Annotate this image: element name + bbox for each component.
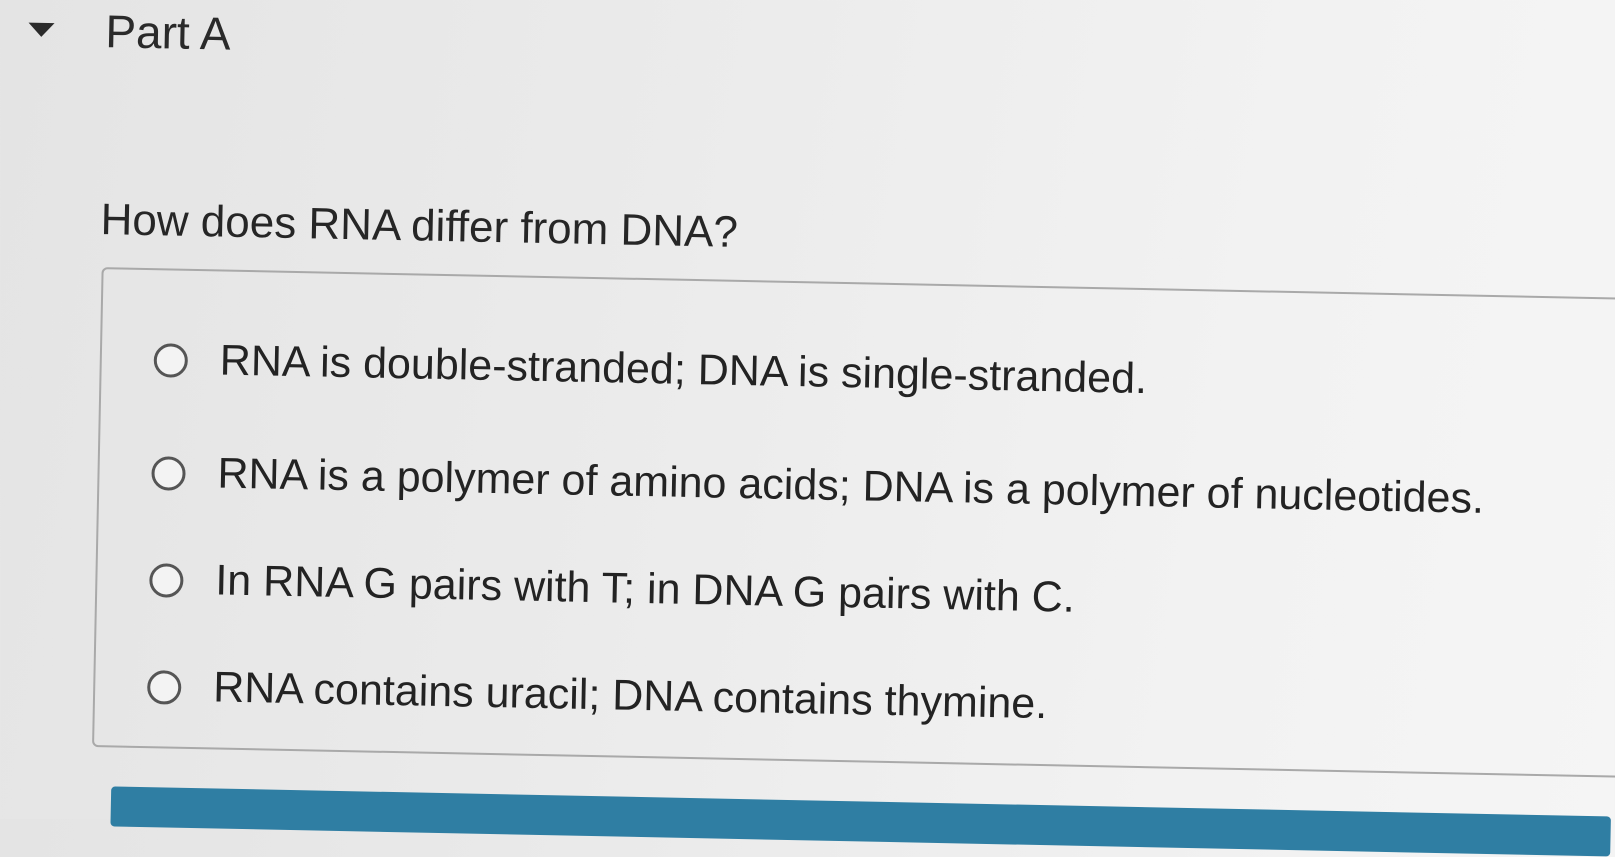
answer-option-label: In RNA G pairs with T; in DNA G pairs wi…: [214, 556, 1076, 622]
part-title: Part A: [104, 5, 232, 60]
screen: Part A How does RNA differ from DNA? RNA…: [0, 0, 1615, 857]
answer-option-2[interactable]: RNA is a polymer of amino acids; DNA is …: [151, 448, 1484, 524]
answer-options-box: RNA is double-stranded; DNA is single-st…: [92, 267, 1615, 778]
part-collapse-toggle[interactable]: [17, 9, 66, 50]
answer-option-1[interactable]: RNA is double-stranded; DNA is single-st…: [153, 335, 1147, 404]
answer-option-label: RNA is a polymer of amino acids; DNA is …: [217, 449, 1485, 523]
answer-option-label: RNA contains uracil; DNA contains thymin…: [212, 663, 1048, 729]
submit-button[interactable]: [110, 786, 1611, 857]
radio-button[interactable]: [149, 562, 184, 598]
radio-button[interactable]: [146, 669, 182, 705]
question-text: How does RNA differ from DNA?: [100, 195, 739, 257]
answer-option-3[interactable]: In RNA G pairs with T; in DNA G pairs wi…: [149, 555, 1075, 623]
caret-down-icon: [28, 22, 55, 38]
part-header: Part A: [17, 5, 232, 60]
answer-option-label: RNA is double-stranded; DNA is single-st…: [219, 336, 1148, 404]
answer-option-4[interactable]: RNA contains uracil; DNA contains thymin…: [146, 662, 1048, 729]
radio-button[interactable]: [153, 342, 189, 378]
radio-button[interactable]: [151, 455, 186, 491]
